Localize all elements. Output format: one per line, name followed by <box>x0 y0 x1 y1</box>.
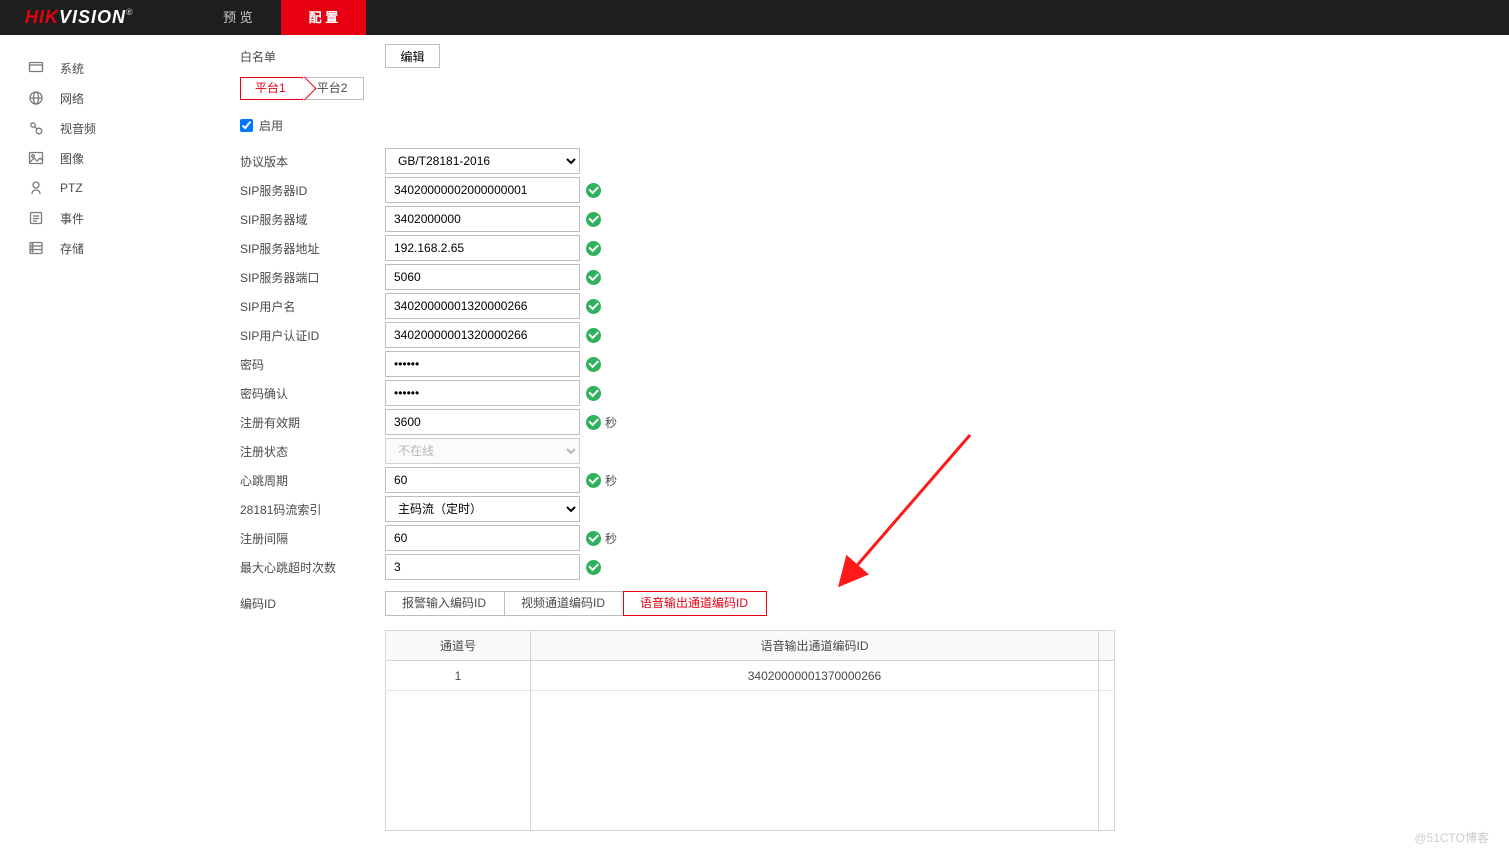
watermark: @51CTO博客 <box>1414 829 1489 846</box>
cell-channel: 1 <box>386 661 531 691</box>
sidebar-item-storage[interactable]: 存储 <box>0 233 195 263</box>
sip-user-input[interactable] <box>385 293 580 319</box>
sip-server-domain-label: SIP服务器域 <box>240 211 385 228</box>
sip-server-port-label: SIP服务器端口 <box>240 269 385 286</box>
check-icon <box>586 328 601 343</box>
tab-platform1[interactable]: 平台1 <box>240 77 303 100</box>
check-icon <box>586 212 601 227</box>
enable-label: 启用 <box>259 117 283 134</box>
check-icon <box>586 241 601 256</box>
sip-auth-id-label: SIP用户认证ID <box>240 327 385 344</box>
check-icon <box>586 270 601 285</box>
content: 白名单 编辑 平台1 平台2 启用 协议版本 GB/T28181-2016 SI… <box>195 35 1509 841</box>
logo: HIKVISION® <box>0 0 195 35</box>
th-value: 语音输出通道编码ID <box>531 631 1099 661</box>
cell-action <box>1099 661 1115 691</box>
sidebar-item-label: PTZ <box>60 181 83 195</box>
stream-index-label: 28181码流索引 <box>240 501 385 518</box>
check-icon <box>586 531 601 546</box>
reg-interval-unit: 秒 <box>605 530 617 547</box>
heartbeat-unit: 秒 <box>605 472 617 489</box>
sip-server-port-input[interactable] <box>385 264 580 290</box>
sidebar-item-label: 事件 <box>60 210 84 227</box>
topbar: HIKVISION® 预 览 配 置 <box>0 0 1509 35</box>
max-hb-input[interactable] <box>385 554 580 580</box>
password-label: 密码 <box>240 356 385 373</box>
table-row[interactable]: 1 34020000001370000266 <box>386 661 1115 691</box>
system-icon <box>28 60 44 76</box>
reg-interval-label: 注册间隔 <box>240 530 385 547</box>
sidebar-item-network[interactable]: 网络 <box>0 83 195 113</box>
sip-auth-id-input[interactable] <box>385 322 580 348</box>
password-input[interactable] <box>385 351 580 377</box>
whitelist-label: 白名单 <box>240 48 385 65</box>
event-icon <box>28 210 44 226</box>
heartbeat-label: 心跳周期 <box>240 472 385 489</box>
max-hb-label: 最大心跳超时次数 <box>240 559 385 576</box>
protocol-version-select[interactable]: GB/T28181-2016 <box>385 148 580 174</box>
network-icon <box>28 90 44 106</box>
sidebar-item-label: 视音频 <box>60 120 96 137</box>
check-icon <box>586 357 601 372</box>
th-channel: 通道号 <box>386 631 531 661</box>
heartbeat-input[interactable] <box>385 467 580 493</box>
sip-server-addr-input[interactable] <box>385 235 580 261</box>
enable-checkbox[interactable] <box>240 119 253 132</box>
sip-server-id-input[interactable] <box>385 177 580 203</box>
sidebar: 系统 网络 视音频 图像 PTZ 事件 存储 <box>0 35 195 841</box>
topnav-preview[interactable]: 预 览 <box>195 0 281 35</box>
table-header-row: 通道号 语音输出通道编码ID <box>386 631 1115 661</box>
check-icon <box>586 386 601 401</box>
password-confirm-input[interactable] <box>385 380 580 406</box>
reg-valid-unit: 秒 <box>605 414 617 431</box>
ptz-icon <box>28 180 44 196</box>
protocol-version-label: 协议版本 <box>240 153 385 170</box>
sip-user-label: SIP用户名 <box>240 298 385 315</box>
reg-valid-input[interactable] <box>385 409 580 435</box>
check-icon <box>586 299 601 314</box>
stream-index-select[interactable]: 主码流（定时） <box>385 496 580 522</box>
sidebar-item-event[interactable]: 事件 <box>0 203 195 233</box>
sip-server-id-label: SIP服务器ID <box>240 182 385 199</box>
sip-server-domain-input[interactable] <box>385 206 580 232</box>
table-empty-row <box>386 691 1115 831</box>
th-action <box>1099 631 1115 661</box>
sidebar-item-ptz[interactable]: PTZ <box>0 173 195 203</box>
cell-value: 34020000001370000266 <box>531 661 1099 691</box>
storage-icon <box>28 240 44 256</box>
sidebar-item-label: 网络 <box>60 90 84 107</box>
password-confirm-label: 密码确认 <box>240 385 385 402</box>
reg-status-label: 注册状态 <box>240 443 385 460</box>
sidebar-item-label: 系统 <box>60 60 84 77</box>
sidebar-item-av[interactable]: 视音频 <box>0 113 195 143</box>
reg-status-select: 不在线 <box>385 438 580 464</box>
enc-tab-alarm-in[interactable]: 报警输入编码ID <box>385 591 505 616</box>
sidebar-item-label: 存储 <box>60 240 84 257</box>
topnav-config[interactable]: 配 置 <box>281 0 367 35</box>
enc-tab-video-ch[interactable]: 视频通道编码ID <box>504 591 624 616</box>
edit-button[interactable]: 编辑 <box>385 44 440 68</box>
check-icon <box>586 473 601 488</box>
enc-table: 通道号 语音输出通道编码ID 1 34020000001370000266 <box>385 630 1115 831</box>
image-icon <box>28 150 44 166</box>
enc-id-label: 编码ID <box>240 595 385 612</box>
check-icon <box>586 560 601 575</box>
check-icon <box>586 415 601 430</box>
reg-interval-input[interactable] <box>385 525 580 551</box>
av-icon <box>28 120 44 136</box>
check-icon <box>586 183 601 198</box>
logo-text: HIKVISION® <box>25 7 134 28</box>
sidebar-item-system[interactable]: 系统 <box>0 53 195 83</box>
sidebar-item-image[interactable]: 图像 <box>0 143 195 173</box>
enc-tab-audio-out[interactable]: 语音输出通道编码ID <box>623 591 767 616</box>
sip-server-addr-label: SIP服务器地址 <box>240 240 385 257</box>
sidebar-item-label: 图像 <box>60 150 84 167</box>
reg-valid-label: 注册有效期 <box>240 414 385 431</box>
